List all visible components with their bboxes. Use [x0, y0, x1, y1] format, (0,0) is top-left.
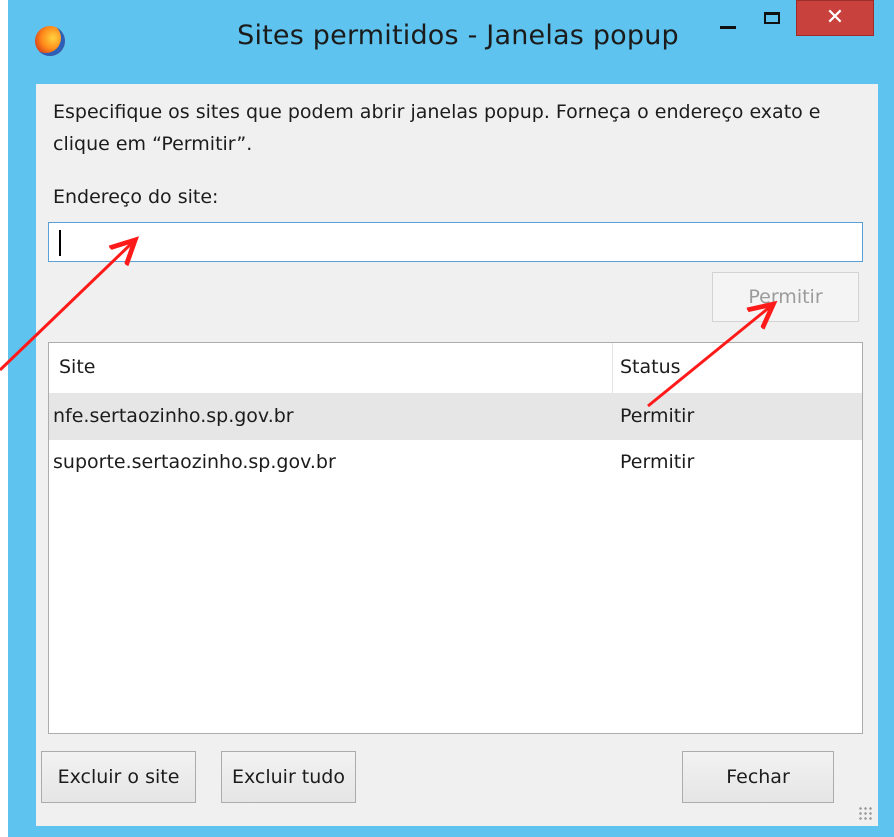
address-input[interactable]: [48, 222, 863, 262]
remove-all-button[interactable]: Excluir tudo: [221, 751, 356, 803]
sites-table[interactable]: Site Status nfe.sertaozinho.sp.gov.br Pe…: [48, 342, 863, 734]
column-header-site[interactable]: Site: [59, 356, 95, 378]
status-cell: Permitir: [620, 451, 695, 473]
maximize-button[interactable]: [752, 0, 792, 36]
close-button[interactable]: Fechar: [682, 751, 834, 803]
table-row[interactable]: suporte.sertaozinho.sp.gov.br Permitir: [49, 440, 862, 486]
site-cell: nfe.sertaozinho.sp.gov.br: [53, 405, 294, 427]
title-bar[interactable]: Sites permitidos - Janelas popup ✕: [8, 0, 894, 84]
firefox-icon: [35, 26, 65, 56]
site-cell: suporte.sertaozinho.sp.gov.br: [53, 451, 336, 473]
dialog-description: Especifique os sites que podem abrir jan…: [53, 101, 821, 155]
window-title: Sites permitidos - Janelas popup: [237, 20, 679, 51]
remove-site-button[interactable]: Excluir o site: [41, 751, 196, 803]
column-divider[interactable]: [612, 343, 613, 393]
text-caret: [59, 230, 61, 256]
permit-button[interactable]: Permitir: [712, 272, 859, 322]
resize-grip-icon[interactable]: [858, 806, 872, 820]
minimize-button[interactable]: [708, 0, 748, 36]
close-icon: ✕: [825, 5, 845, 30]
minimize-icon: [720, 25, 736, 29]
maximize-icon: [764, 12, 780, 24]
status-cell: Permitir: [620, 405, 695, 427]
close-window-button[interactable]: ✕: [796, 0, 874, 36]
popup-permissions-window: Sites permitidos - Janelas popup ✕ Espec…: [8, 0, 894, 837]
table-row[interactable]: nfe.sertaozinho.sp.gov.br Permitir: [49, 394, 862, 440]
address-label: Endereço do site:: [53, 186, 219, 208]
table-header: Site Status: [49, 343, 862, 394]
column-header-status[interactable]: Status: [620, 356, 681, 378]
dialog-body: Especifique os sites que podem abrir jan…: [36, 84, 878, 826]
